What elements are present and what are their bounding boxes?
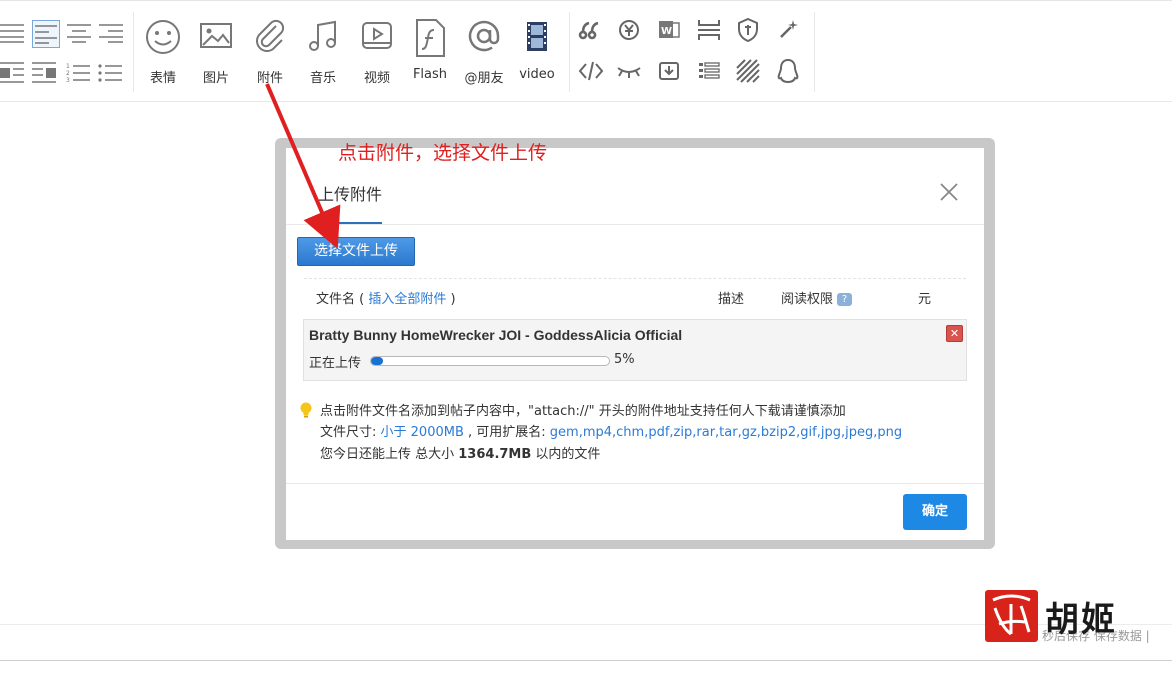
column-price: 元 <box>918 292 932 307</box>
align-right-icon[interactable] <box>98 20 124 46</box>
editor-footer-border <box>0 660 1172 661</box>
tip-quota-suffix: 以内的文件 <box>531 447 601 462</box>
upload-progress-percent: 5% <box>614 352 635 367</box>
image-icon <box>200 23 232 48</box>
column-filename-label: 文件名 <box>316 292 356 307</box>
file-name[interactable]: Bratty Bunny HomeWrecker JOI - GoddessAl… <box>309 327 682 343</box>
column-read-permission: 阅读权限? <box>781 288 853 307</box>
image-button[interactable]: 图片 <box>191 12 241 92</box>
hide-icon[interactable] <box>615 57 643 85</box>
flash-icon <box>416 19 445 57</box>
tip-quota-size: 1364.7MB <box>458 447 532 462</box>
tip-quota-prefix: 您今日还能上传 总大小 <box>320 447 459 462</box>
lightbulb-icon <box>300 402 312 418</box>
dialog-title: 上传附件 <box>318 185 383 204</box>
film-button[interactable]: video <box>512 12 562 92</box>
format-tools: 123 <box>0 10 132 96</box>
tip-ext-prefix: , 可用扩展名: <box>463 425 550 440</box>
help-icon[interactable]: ? <box>837 293 853 306</box>
ordered-list-icon[interactable]: 123 <box>66 60 92 86</box>
paren-open: ( <box>359 292 365 307</box>
align-center-icon[interactable] <box>66 20 92 46</box>
column-description: 描述 <box>718 292 745 307</box>
close-icon[interactable] <box>938 181 960 203</box>
code-icon[interactable] <box>577 57 605 85</box>
music-button[interactable]: 音乐 <box>298 12 348 92</box>
paren-close: ) <box>450 292 456 307</box>
tip-size-limit: 小于 2000MB <box>380 425 464 440</box>
word-icon[interactable]: W <box>655 16 683 44</box>
watermark-logo: 胡姬 <box>1045 600 1117 640</box>
tip-extensions: gem,mp4,chm,pdf,zip,rar,tar,gz,bzip2,gif… <box>549 425 903 440</box>
flash-button[interactable]: Flash <box>405 12 455 92</box>
shield-icon[interactable] <box>734 16 762 44</box>
unordered-list-icon[interactable] <box>98 60 124 86</box>
hatch-icon[interactable] <box>734 57 762 85</box>
dialog-header-divider <box>286 224 984 225</box>
svg-text:3: 3 <box>66 77 70 84</box>
download-box-icon[interactable] <box>655 57 683 85</box>
tip-line-1: 点击附件文件名添加到帖子内容中，"attach://" 开头的附件地址支持任何人… <box>320 404 846 419</box>
sparkle-icon[interactable] <box>774 16 802 44</box>
select-file-upload-button[interactable]: 选择文件上传 <box>297 237 415 266</box>
float-right-icon[interactable] <box>32 60 58 86</box>
upload-status: 正在上传 <box>309 356 362 371</box>
toolbar-separator <box>569 12 570 92</box>
dashed-divider <box>304 278 966 279</box>
toolbar-separator <box>814 12 815 92</box>
emoji-icon <box>146 20 180 54</box>
at-icon <box>468 20 500 52</box>
paperclip-icon <box>256 19 285 52</box>
column-read-permission-label: 阅读权限 <box>781 292 834 307</box>
dialog-footer-divider <box>286 483 984 484</box>
currency-icon[interactable] <box>615 16 643 44</box>
page-break-icon[interactable] <box>695 16 723 44</box>
svg-text:W: W <box>661 26 672 37</box>
svg-text:1: 1 <box>66 63 70 70</box>
film-icon <box>527 22 547 51</box>
tip-line-2: 文件尺寸: 小于 2000MB , 可用扩展名: gem,mp4,chm,pdf… <box>320 421 902 440</box>
top-border <box>0 0 1172 1</box>
upload-progress-bar <box>370 356 610 366</box>
delete-file-icon[interactable]: ✕ <box>946 325 963 342</box>
align-justify-icon[interactable] <box>0 20 26 46</box>
align-left-icon[interactable] <box>32 20 60 48</box>
editor-toolbar: 123 表情 图片 附件 音乐 视频 Flash @朋友 video W <box>0 2 1172 102</box>
tip-line-3: 您今日还能上传 总大小 1364.7MB 以内的文件 <box>320 443 600 462</box>
qq-icon[interactable] <box>774 57 802 85</box>
watermark-seal <box>985 590 1038 642</box>
list-box-icon[interactable] <box>695 57 723 85</box>
upload-progress-fill <box>371 357 383 365</box>
file-row: Bratty Bunny HomeWrecker JOI - GoddessAl… <box>303 319 967 381</box>
column-filename: 文件名 ( 插入全部附件 ) <box>316 288 456 307</box>
music-icon <box>309 20 336 51</box>
quote-icon[interactable] <box>577 16 605 44</box>
film-label: video <box>519 67 555 82</box>
insert-all-attachments-link[interactable]: 插入全部附件 <box>368 292 446 307</box>
upload-attachment-dialog: 上传附件 选择文件上传 文件名 ( 插入全部附件 ) 描述 阅读权限? 元 Br… <box>286 148 984 540</box>
svg-text:2: 2 <box>66 70 70 77</box>
annotation-text: 点击附件，选择文件上传 <box>338 142 548 164</box>
float-left-icon[interactable] <box>0 60 26 86</box>
confirm-button[interactable]: 确定 <box>903 494 967 530</box>
tip-size-prefix: 文件尺寸: <box>320 425 381 440</box>
video-icon <box>362 22 392 49</box>
